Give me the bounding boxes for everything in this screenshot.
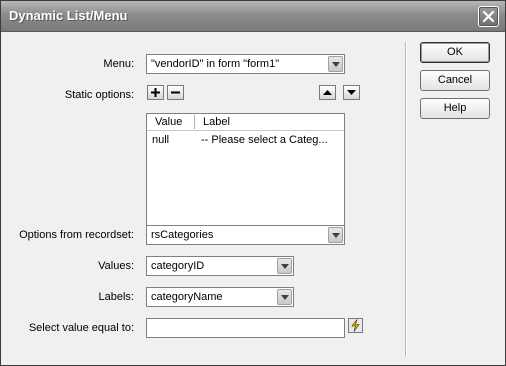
recordset-select-value: rsCategories	[151, 229, 214, 241]
row-value: null	[152, 134, 170, 146]
dynamic-data-button[interactable]	[348, 318, 363, 333]
close-icon	[482, 10, 495, 23]
labels-label: Labels:	[98, 291, 134, 303]
static-options-label: Static options:	[64, 89, 134, 101]
menu-select-value: "vendorID" in form "form1"	[151, 58, 280, 70]
values-select[interactable]: categoryID	[146, 256, 294, 276]
menu-select[interactable]: "vendorID" in form "form1"	[146, 54, 345, 74]
column-header-label[interactable]: Label	[203, 116, 230, 128]
select-equal-input[interactable]	[146, 318, 345, 338]
arrow-up-icon	[323, 90, 332, 95]
plus-icon	[151, 88, 160, 97]
move-down-button[interactable]	[343, 85, 360, 100]
list-row[interactable]: null -- Please select a Categ...	[147, 133, 344, 149]
recordset-label: Options from recordset:	[19, 229, 134, 241]
help-button[interactable]: Help	[420, 98, 490, 119]
chevron-down-icon	[277, 289, 292, 305]
add-option-button[interactable]	[147, 85, 164, 100]
list-header: Value Label	[147, 114, 344, 131]
title-bar[interactable]: Dynamic List/Menu	[1, 1, 505, 32]
chevron-down-icon	[277, 258, 292, 274]
values-select-value: categoryID	[151, 260, 205, 272]
close-button[interactable]	[478, 6, 499, 27]
minus-icon	[171, 91, 180, 94]
column-divider	[194, 115, 195, 129]
labels-select[interactable]: categoryName	[146, 287, 294, 307]
remove-option-button[interactable]	[167, 85, 184, 100]
select-equal-label: Select value equal to:	[28, 322, 134, 334]
cancel-button[interactable]: Cancel	[420, 70, 490, 91]
dialog-window: Dynamic List/Menu Menu: "vendorID" in fo…	[0, 0, 506, 366]
chevron-down-icon	[328, 227, 343, 243]
menu-label: Menu:	[103, 58, 134, 70]
chevron-down-icon	[328, 56, 343, 72]
lightning-bolt-icon	[348, 318, 363, 333]
ok-button[interactable]: OK	[420, 42, 490, 63]
row-label: -- Please select a Categ...	[201, 134, 328, 146]
dialog-title: Dynamic List/Menu	[9, 8, 128, 23]
labels-select-value: categoryName	[151, 291, 223, 303]
values-label: Values:	[98, 260, 134, 272]
arrow-down-icon	[347, 90, 356, 95]
recordset-select[interactable]: rsCategories	[146, 225, 345, 245]
column-header-value[interactable]: Value	[155, 116, 182, 128]
move-up-button[interactable]	[319, 85, 336, 100]
vertical-divider	[405, 42, 407, 357]
dialog-body: Menu: "vendorID" in form "form1" Static …	[1, 32, 505, 365]
